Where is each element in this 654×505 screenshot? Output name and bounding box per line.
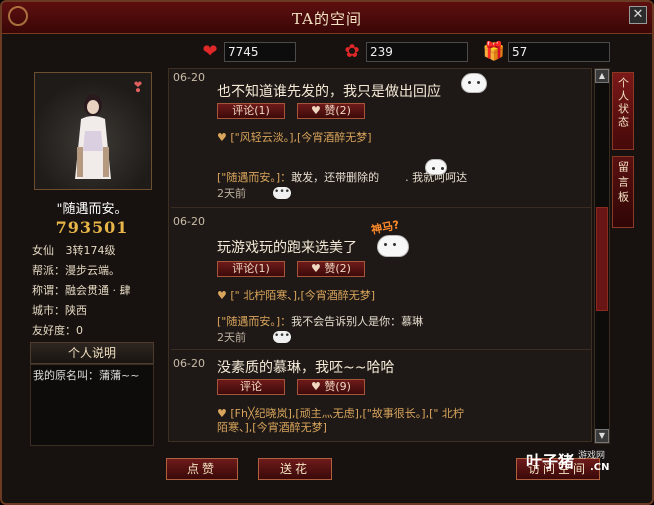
entry-date: 06-20 — [173, 215, 205, 228]
divider — [171, 349, 591, 350]
comment-button[interactable]: 评论(1) — [217, 103, 285, 119]
reply-bubble-icon[interactable]: ••• — [273, 331, 291, 343]
character-figure-icon — [75, 94, 111, 179]
like-space-button[interactable]: 点赞 — [166, 458, 238, 480]
title-bar: TA的空间 ✕ — [2, 2, 652, 34]
hearts-count: 7745 — [224, 42, 296, 62]
gift-icon: 🎁 — [482, 41, 506, 62]
cat-emoji-icon — [461, 73, 487, 93]
like-count: 赞(2) — [324, 262, 351, 275]
comment-author[interactable]: ["随遇而安。]： — [217, 315, 291, 328]
scroll-down-button[interactable]: ▼ — [595, 429, 609, 443]
comment-button[interactable]: 评论 — [217, 379, 285, 395]
divider — [171, 207, 591, 208]
profile-level: 3转174级 — [65, 244, 116, 257]
cat-emoji-icon — [425, 159, 447, 175]
profile-friendship: 友好度：0 — [32, 324, 83, 337]
scroll-thumb[interactable] — [596, 207, 608, 311]
profile-class-row: 女仙 3转174级 — [32, 242, 116, 258]
profile-score: 793501 — [55, 218, 129, 237]
send-flower-button[interactable]: 送花 — [258, 458, 332, 480]
likes-list: ♥ ["风轻云淡。],[今宵酒醉无梦] — [217, 131, 372, 144]
status-feed[interactable]: 06-20 也不知道谁先发的，我只是做出回应 评论(1) ♥ 赞(2) ♥ ["… — [168, 68, 592, 442]
watermark-logo: 叶子猪 游戏网 .CN — [526, 448, 634, 484]
window-title: TA的空间 — [291, 10, 363, 28]
like-count: 赞(9) — [324, 380, 351, 393]
heart-icon: ❤ — [202, 41, 218, 62]
reply-bubble-icon[interactable]: ••• — [273, 187, 291, 199]
like-count: 赞(2) — [324, 104, 351, 117]
likes-names: [" 北柠陌寒、],[今宵酒醉无梦] — [230, 289, 376, 302]
comment-text: 敢发，还带删除的 — [291, 171, 380, 184]
avatar: ❣ — [34, 72, 152, 190]
like-button[interactable]: ♥ 赞(2) — [297, 261, 365, 277]
likes-names: ["风轻云淡。],[今宵酒醉无梦] — [230, 131, 372, 144]
flowers-count: 239 — [366, 42, 468, 62]
entry-text: 也不知道谁先发的，我只是做出回应 — [217, 84, 441, 100]
like-button[interactable]: ♥ 赞(2) — [297, 103, 365, 119]
watermark-main: 叶子猪 — [526, 452, 575, 471]
likes-list: ♥ [" 北柠陌寒、],[今宵酒醉无梦] — [217, 289, 376, 302]
entry-date: 06-20 — [173, 357, 205, 370]
gifts-count: 57 — [508, 42, 610, 62]
entry-date: 06-20 — [173, 71, 205, 84]
entry-text: 玩游戏玩的跑来选美了 — [217, 240, 357, 256]
comment-text: 我不会告诉别人是你：慕琳 — [291, 315, 424, 328]
watermark-cn: .CN — [590, 462, 610, 473]
tab-message-board[interactable]: 留言板 — [612, 156, 634, 228]
likes-list-continued: 陌寒、],[今宵酒醉无梦] — [217, 421, 327, 434]
profile-class: 女仙 — [32, 244, 54, 257]
bunny-emoji-icon — [377, 235, 409, 257]
rose-icon: ✿ — [344, 41, 360, 62]
heart-badge-icon: ❣ — [132, 80, 144, 96]
like-button[interactable]: ♥ 赞(9) — [297, 379, 365, 395]
description-box[interactable]: 我的原名叫：蒲蒲~~ — [30, 364, 154, 446]
comment-author[interactable]: ["随遇而安。]： — [217, 171, 291, 184]
tab-personal-status-label: 个人状态 — [616, 77, 630, 129]
close-button[interactable]: ✕ — [629, 6, 647, 24]
space-window: TA的空间 ✕ ❤ 7745 ✿ 239 🎁 57 ❣ "随遇而安。 79350… — [0, 0, 654, 505]
profile-city: 城市：陕西 — [32, 304, 87, 317]
watermark-sub: 游戏网 — [578, 451, 606, 461]
comment-button[interactable]: 评论(1) — [217, 261, 285, 277]
feed-scrollbar[interactable]: ▲ ▼ — [594, 68, 610, 444]
profile-faction: 帮派：漫步云端。 — [32, 264, 120, 277]
scroll-up-button[interactable]: ▲ — [595, 69, 609, 83]
time-ago: 2天前 — [217, 331, 246, 344]
profile-title: 称谓：融会贯通 · 肆 — [32, 284, 131, 297]
tab-personal-status[interactable]: 个人状态 — [612, 72, 634, 150]
entry-text: 没素质的慕琳，我呸~~哈哈 — [217, 360, 395, 376]
description-text: 我的原名叫：蒲蒲~~ — [33, 369, 140, 382]
tab-message-board-label: 留言板 — [616, 161, 630, 206]
description-title: 个人说明 — [30, 342, 154, 364]
time-ago: 2天前 — [217, 187, 246, 200]
comment-line: ["随遇而安。]：我不会告诉别人是你：慕琳 — [217, 313, 423, 329]
profile-nickname: "随遇而安。 — [56, 202, 128, 217]
